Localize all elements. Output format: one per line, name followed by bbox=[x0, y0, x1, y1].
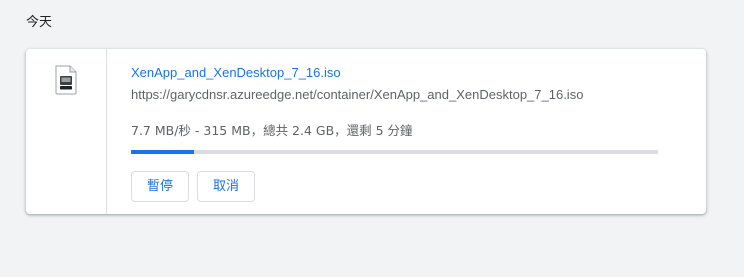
download-status-text: 7.7 MB/秒 - 315 MB，總共 2.4 GB，還剩 5 分鐘 bbox=[131, 123, 413, 138]
pause-button[interactable]: 暫停 bbox=[131, 171, 190, 202]
cancel-button[interactable]: 取消 bbox=[197, 171, 256, 202]
disc-image-file-icon bbox=[55, 65, 77, 95]
file-name-link[interactable]: XenApp_and_XenDesktop_7_16.iso bbox=[131, 65, 341, 80]
download-progress-bar bbox=[131, 150, 658, 154]
download-item-card: XenApp_and_XenDesktop_7_16.iso https://g… bbox=[26, 49, 706, 214]
download-progress-fill bbox=[131, 150, 195, 154]
file-icon-column bbox=[26, 49, 107, 214]
date-section-heading: 今天 bbox=[26, 15, 53, 30]
source-url: https://garycdnsr.azureedge.net/containe… bbox=[131, 87, 584, 102]
download-actions: 暫停 取消 bbox=[131, 171, 256, 202]
